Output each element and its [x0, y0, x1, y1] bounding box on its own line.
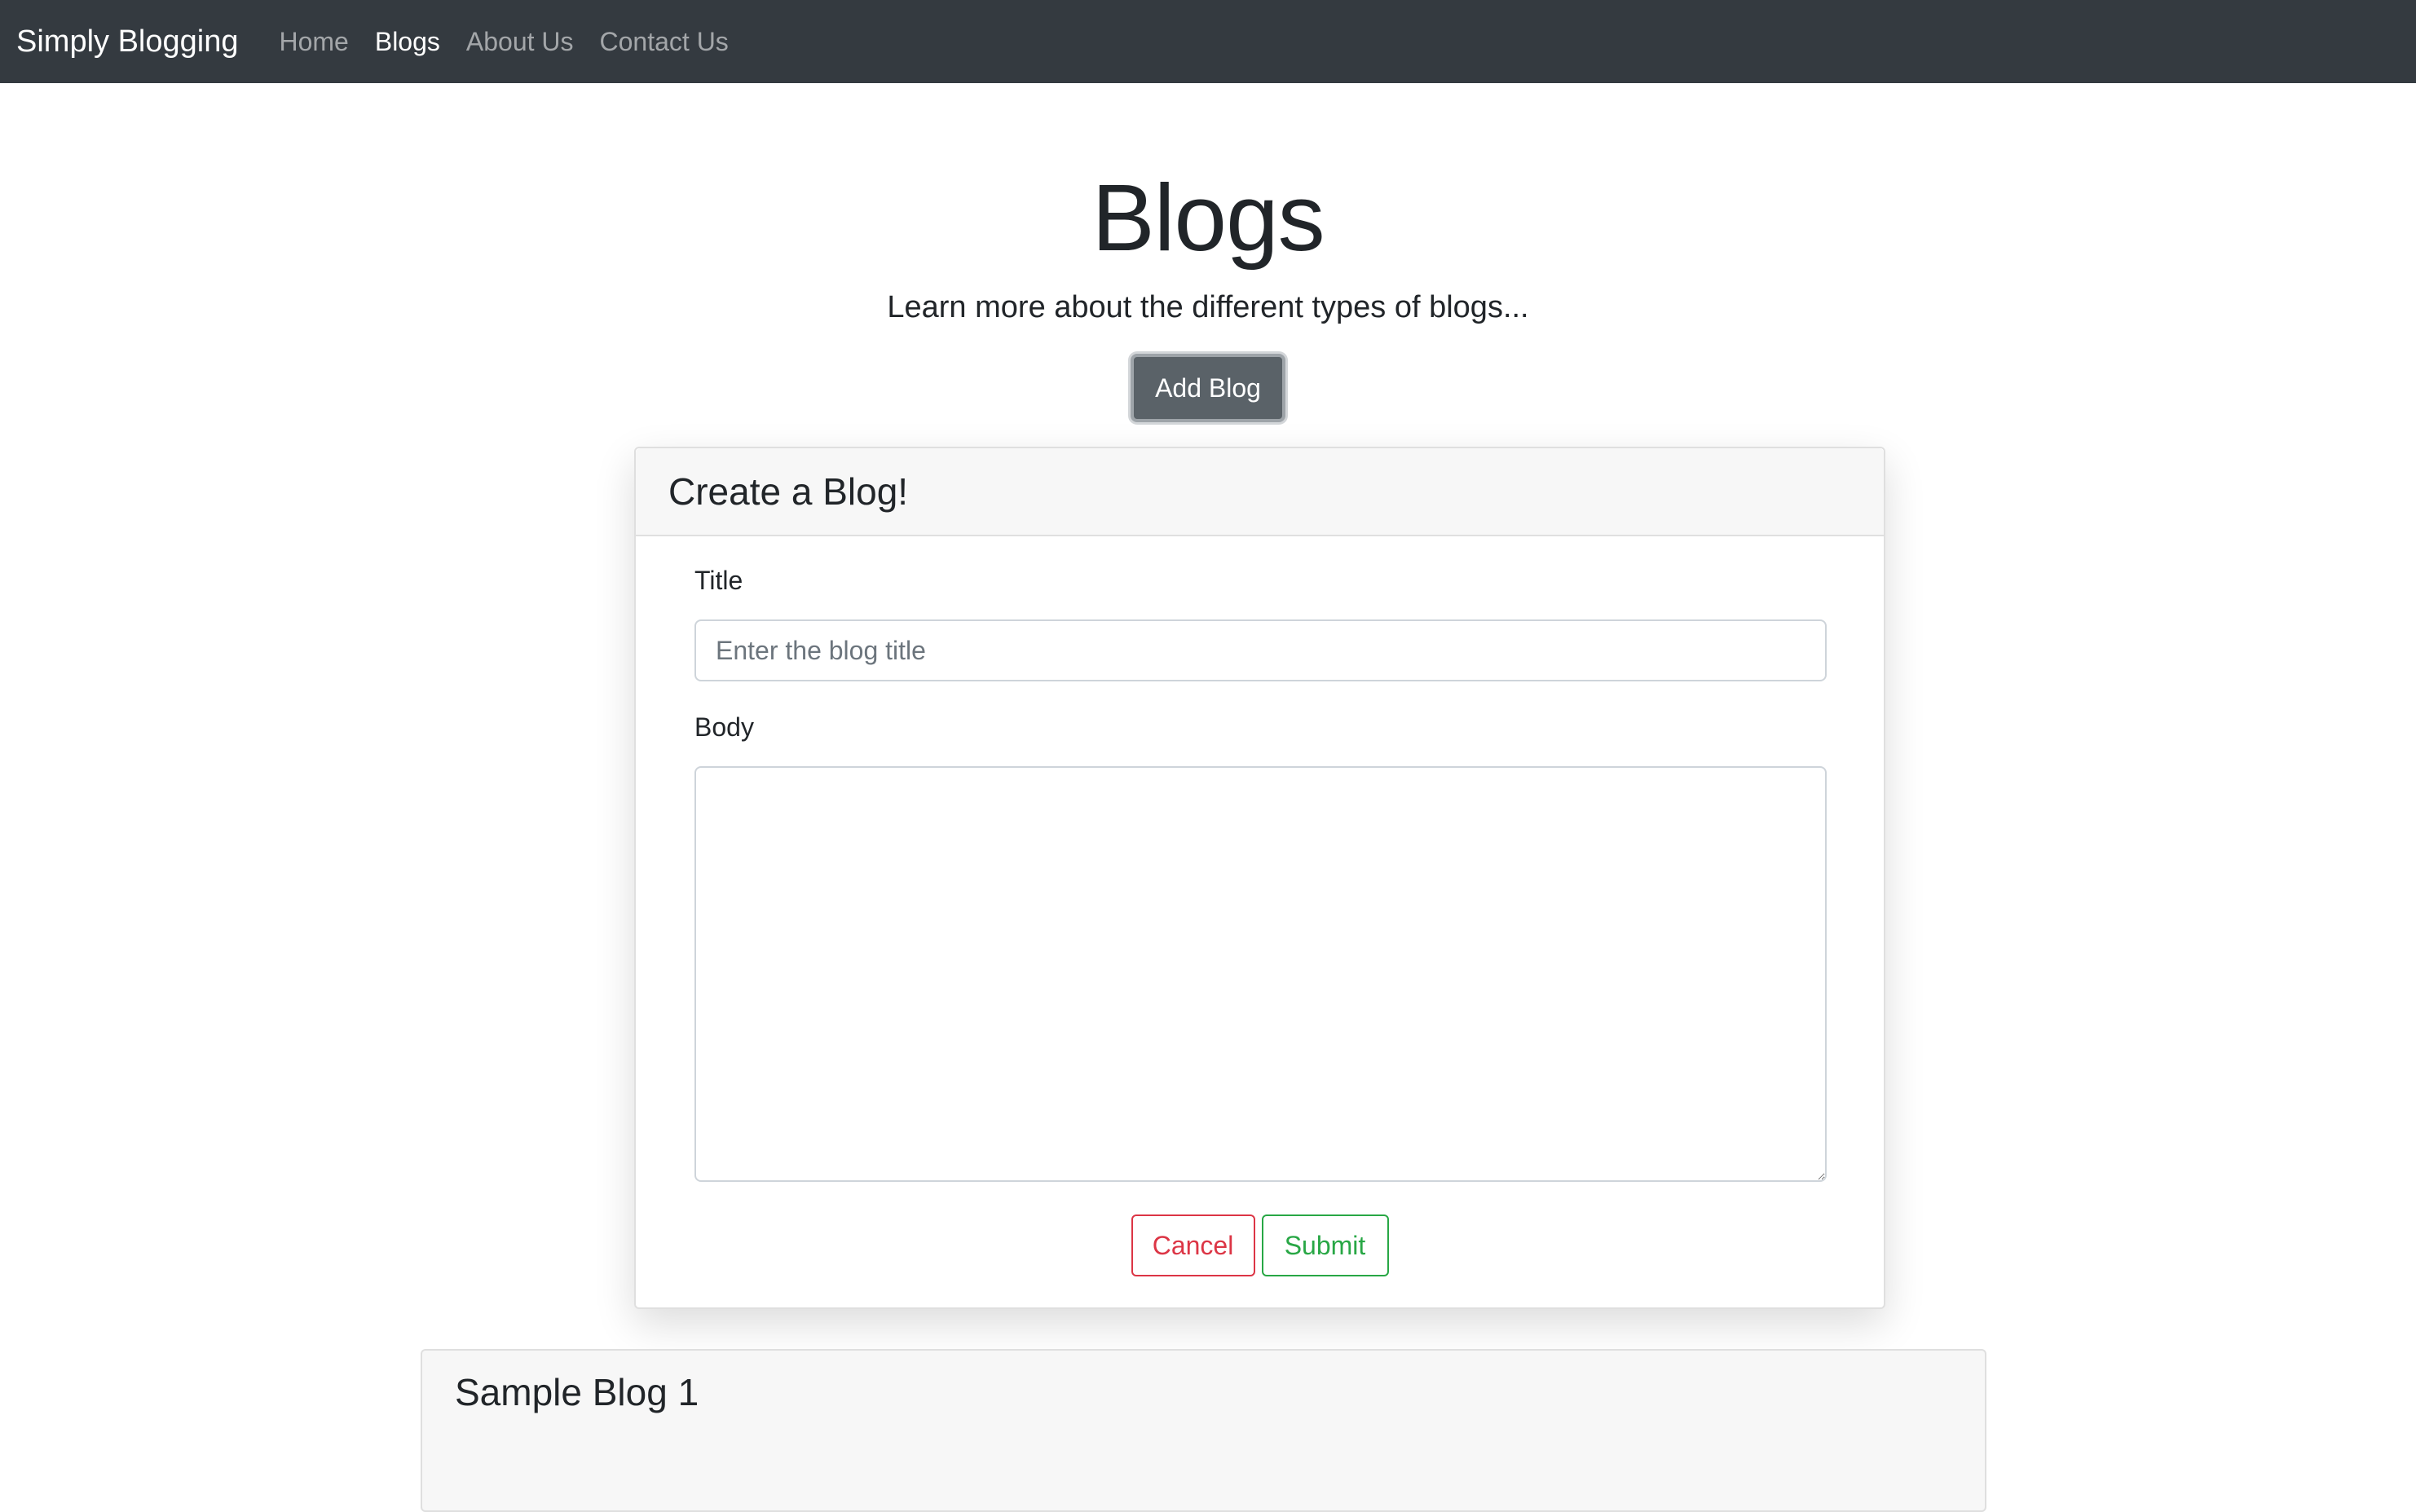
cancel-button[interactable]: Cancel: [1131, 1214, 1255, 1276]
blog-card-title: Sample Blog 1: [455, 1371, 699, 1413]
nav-link-about-us[interactable]: About Us: [466, 27, 574, 57]
nav-link-contact-us[interactable]: Contact Us: [600, 27, 729, 57]
blog-card: Sample Blog 1: [421, 1349, 1986, 1512]
form-actions: Cancel Submit: [636, 1214, 1884, 1276]
page-title: Blogs: [1091, 165, 1325, 271]
title-label: Title: [694, 566, 743, 595]
title-input[interactable]: [694, 619, 1827, 681]
submit-button[interactable]: Submit: [1261, 1214, 1389, 1276]
page-subtitle: Learn more about the different types of …: [887, 290, 1529, 324]
body-textarea[interactable]: [694, 766, 1827, 1182]
body-label: Body: [694, 712, 754, 742]
create-blog-card-header: Create a Blog!: [636, 448, 1884, 536]
navbar: Simply Blogging Home Blogs About Us Cont…: [0, 0, 2416, 83]
add-blog-button-wrapper: Add Blog: [0, 354, 2416, 422]
nav-link-blogs[interactable]: Blogs: [375, 27, 440, 57]
nav-link-home[interactable]: Home: [279, 27, 348, 57]
create-blog-card: Create a Blog! Title Body Cancel Submit: [634, 447, 1885, 1309]
add-blog-button[interactable]: Add Blog: [1131, 354, 1285, 422]
navbar-brand[interactable]: Simply Blogging: [16, 24, 238, 60]
